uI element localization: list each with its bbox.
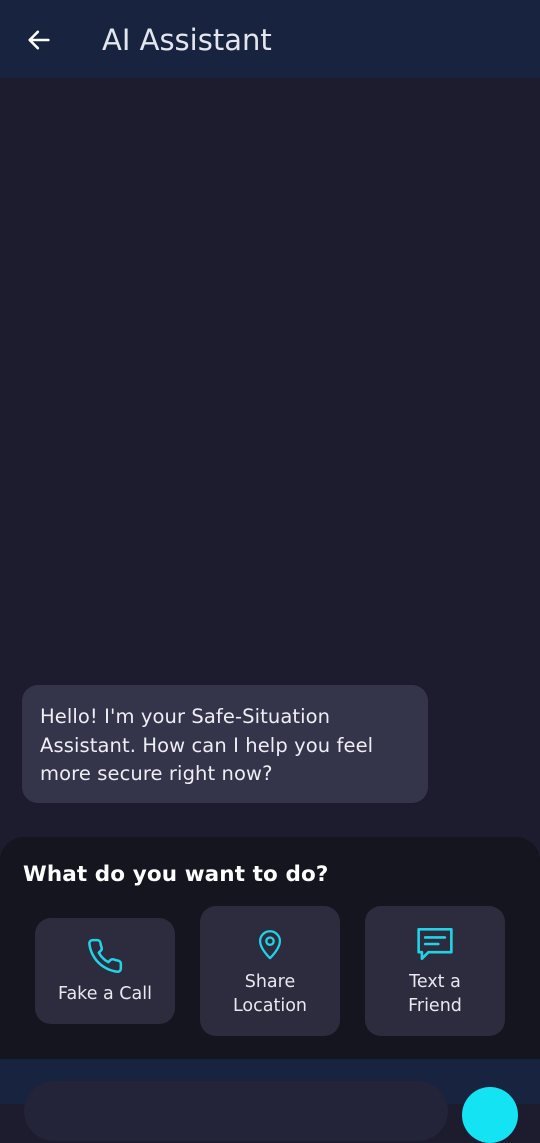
- message-input[interactable]: [24, 1081, 448, 1141]
- back-button[interactable]: [18, 20, 60, 60]
- text-friend-label: Text a Friend: [408, 972, 462, 1016]
- phone-icon: [85, 936, 125, 976]
- share-location-button[interactable]: Share Location: [200, 906, 340, 1036]
- composer-bar: [0, 1059, 540, 1143]
- app-bar: AI Assistant: [0, 0, 540, 78]
- fake-call-label: Fake a Call: [58, 984, 152, 1004]
- quick-actions-title: What do you want to do?: [23, 862, 329, 887]
- fake-call-button[interactable]: Fake a Call: [35, 918, 175, 1024]
- quick-actions-panel: What do you want to do? Fake a Call Shar…: [0, 837, 540, 1059]
- assistant-message-bubble: Hello! I'm your Safe-Situation Assistant…: [22, 685, 428, 803]
- arrow-left-icon: [28, 30, 50, 50]
- location-pin-icon: [250, 924, 290, 964]
- share-location-label: Share Location: [232, 972, 308, 1016]
- page-title: AI Assistant: [102, 23, 272, 57]
- send-button[interactable]: [462, 1087, 518, 1143]
- text-friend-button[interactable]: Text a Friend: [365, 906, 505, 1036]
- chat-message-icon: [415, 924, 455, 964]
